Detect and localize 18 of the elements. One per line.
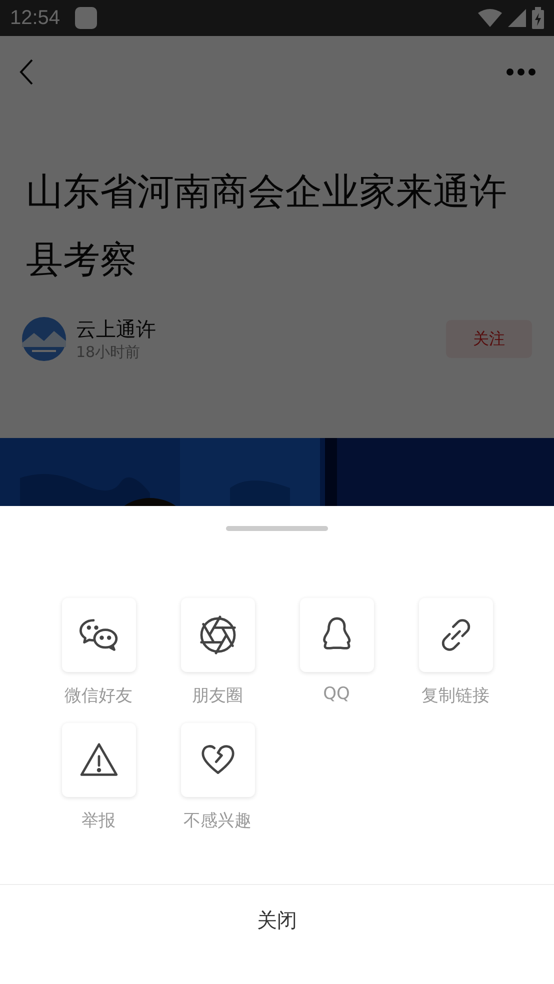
signal-icon	[508, 9, 526, 27]
avatar-icon	[22, 317, 66, 361]
more-icon[interactable]	[506, 68, 536, 76]
share-option[interactable]: 朋友圈	[158, 598, 277, 707]
share-option[interactable]: 微信好友	[39, 598, 158, 707]
status-time: 12:54	[10, 6, 60, 30]
share-option[interactable]: 复制链接	[396, 598, 515, 707]
drag-handle[interactable]	[226, 526, 328, 531]
share-option[interactable]: 不感兴趣	[158, 723, 277, 832]
battery-icon	[532, 7, 544, 29]
follow-button[interactable]: 关注	[446, 320, 532, 358]
article-title: 山东省河南商会企业家来通许县考察	[26, 169, 508, 283]
back-icon[interactable]	[18, 58, 34, 86]
wifi-icon	[478, 9, 502, 27]
author-name: 云上通许	[76, 316, 156, 343]
share-option[interactable]: QQ	[277, 598, 396, 707]
notification-icon	[74, 6, 98, 30]
share-option[interactable]: 举报	[39, 723, 158, 832]
